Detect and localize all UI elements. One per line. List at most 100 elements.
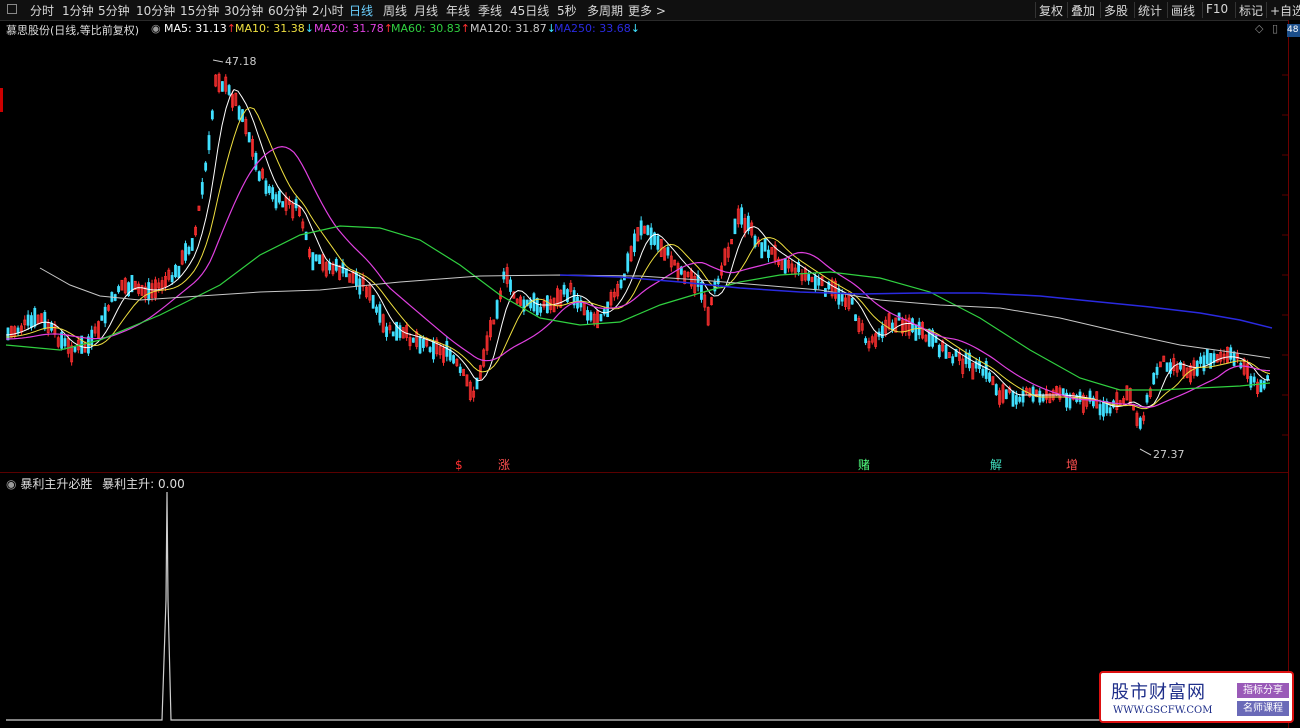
- candle-body: [271, 187, 275, 200]
- watermark-logo: 股市财富网 WWW.GSCFW.COM 指标分享 名师课程: [1099, 671, 1294, 723]
- candle-body: [813, 275, 817, 291]
- signal-marker: 赌: [858, 458, 870, 472]
- ma20-line: [5, 146, 1271, 408]
- candle-body: [274, 194, 278, 209]
- candle-body: [267, 186, 271, 194]
- candle-body: [103, 306, 107, 324]
- indicator-name: 暴利主升必胜: [20, 477, 93, 491]
- candle-body: [840, 293, 844, 302]
- candle-body: [281, 201, 285, 208]
- grid-lines: [1282, 74, 1288, 436]
- candle-body: [314, 254, 318, 262]
- candle-body: [6, 327, 10, 341]
- candle-body: [204, 162, 208, 171]
- high-pointer: [212, 59, 224, 63]
- candle-body: [1205, 348, 1209, 365]
- candle-body: [448, 349, 452, 361]
- candle-body: [1031, 386, 1035, 402]
- candle-body: [43, 311, 47, 330]
- candle-body: [1249, 376, 1253, 388]
- candle-body: [539, 306, 543, 313]
- ma250-line: [559, 274, 1273, 329]
- candle-body: [33, 308, 37, 327]
- signal-marker: 涨: [498, 457, 510, 472]
- ma5-line: [5, 88, 1270, 408]
- candle-body: [1155, 366, 1159, 375]
- candle-body: [200, 182, 204, 195]
- candle-body: [817, 278, 821, 286]
- candle-body: [375, 306, 378, 313]
- price-axis: [1288, 20, 1300, 728]
- indicator-lines: [6, 491, 1288, 721]
- candle-body: [1199, 356, 1202, 364]
- candle-body: [210, 110, 214, 120]
- candle-body: [227, 85, 231, 95]
- indicator-value: 暴利主升: 0.00: [102, 477, 185, 491]
- candle-body: [1014, 395, 1018, 405]
- candle-body: [700, 282, 703, 300]
- candle-body: [1209, 353, 1213, 369]
- candle-body: [850, 298, 854, 305]
- candle-body: [26, 314, 30, 326]
- candle-body: [220, 81, 224, 92]
- candle-body: [1232, 351, 1236, 366]
- candle-body: [371, 294, 375, 309]
- candle-body: [1098, 404, 1102, 416]
- candle-body: [891, 322, 894, 330]
- candle-body: [767, 249, 770, 258]
- candle-body: [495, 300, 499, 319]
- watermark-title: 股市财富网: [1111, 682, 1206, 703]
- candle-body: [391, 331, 395, 337]
- candle-body: [87, 336, 90, 354]
- kline-chart[interactable]: 47.18 27.37 $ 涨 赌 解 增: [0, 0, 1288, 728]
- candle-body: [880, 325, 884, 339]
- candle-body: [411, 337, 415, 343]
- candle-body: [1041, 394, 1045, 402]
- candle-body: [1102, 400, 1105, 417]
- watermark-url: WWW.GSCFW.COM: [1113, 705, 1213, 716]
- candle-body: [1061, 388, 1065, 396]
- candle-body: [1011, 390, 1015, 407]
- candle-body: [864, 338, 867, 344]
- signal-marker: 解: [990, 458, 1002, 472]
- candle-body: [1021, 390, 1025, 403]
- candle-body: [1252, 376, 1256, 383]
- candle-body: [509, 279, 512, 292]
- candle-body: [914, 324, 918, 341]
- candle-body: [535, 298, 539, 316]
- panel-divider[interactable]: [0, 472, 1288, 473]
- candle-body: [1152, 372, 1156, 385]
- candle-body: [1165, 362, 1169, 372]
- candle-body: [951, 356, 955, 364]
- candle-body: [937, 344, 941, 358]
- candle-body: [606, 301, 610, 318]
- candle-body: [398, 325, 402, 338]
- candle-body: [837, 288, 841, 305]
- candle-body: [1266, 375, 1269, 381]
- candle-body: [1202, 355, 1206, 372]
- candle-body: [190, 238, 194, 251]
- candle-body: [117, 286, 120, 293]
- candle-body: [177, 265, 181, 278]
- candle-body: [1259, 379, 1263, 393]
- candle-body: [602, 309, 606, 315]
- axis-label: 48: [1287, 24, 1300, 37]
- low-pointer: [1139, 448, 1152, 456]
- candle-body: [100, 315, 104, 321]
- candle-body: [318, 254, 321, 265]
- candle-body: [90, 329, 94, 346]
- candle-body: [763, 238, 767, 252]
- watermark-badge: 指标分享: [1237, 683, 1289, 698]
- candle-body: [264, 180, 268, 194]
- candle-body: [254, 152, 258, 170]
- candle-body: [50, 322, 53, 331]
- candle-body: [458, 366, 462, 373]
- indicator-settings-icon[interactable]: ◉: [6, 477, 16, 491]
- candle-body: [184, 243, 187, 261]
- candle-body: [981, 368, 985, 376]
- candle-body: [247, 132, 251, 143]
- candle-body: [666, 247, 670, 256]
- candle-body: [619, 279, 623, 289]
- candle-body: [944, 344, 948, 359]
- candle-body: [733, 218, 737, 235]
